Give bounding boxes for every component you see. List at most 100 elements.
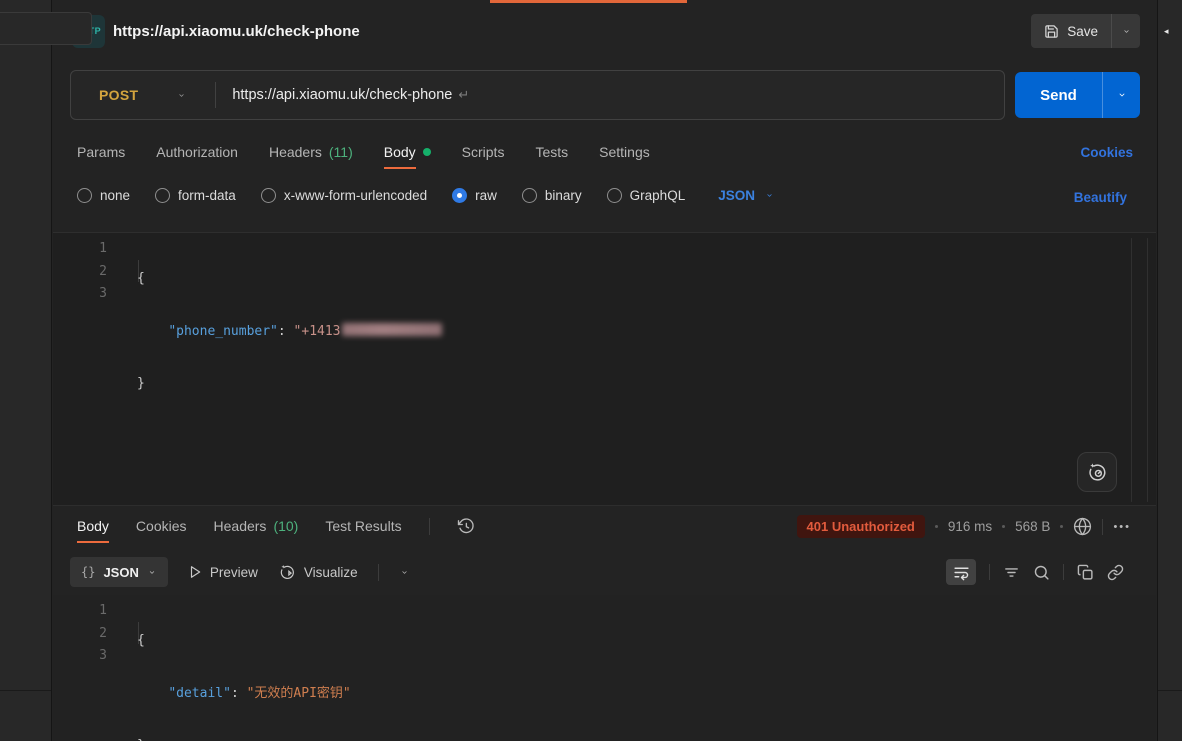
response-history-icon[interactable] xyxy=(457,517,475,535)
collapse-arrow-icon[interactable]: ◂ xyxy=(1164,26,1169,37)
left-sidebar xyxy=(0,0,52,741)
separator-dot xyxy=(1002,525,1005,528)
response-tab-test-results[interactable]: Test Results xyxy=(325,518,401,543)
response-header: Body Cookies Headers(10) Test Results 40… xyxy=(53,505,1156,555)
editor-scrollbar[interactable] xyxy=(1131,238,1132,502)
json-key: "detail" xyxy=(168,686,231,701)
send-button[interactable]: Send xyxy=(1015,72,1102,118)
filter-icon[interactable] xyxy=(1003,564,1020,581)
body-modes: none form-data x-www-form-urlencoded raw… xyxy=(77,188,775,203)
chevron-down-icon xyxy=(147,569,157,576)
visualize-button[interactable]: Visualize xyxy=(278,563,358,581)
response-toolbar-left: {} JSON Preview xyxy=(70,557,410,587)
line-numbers: 1 2 3 xyxy=(53,238,107,306)
more-options-icon[interactable]: ••• xyxy=(1113,521,1131,533)
chevron-down-icon xyxy=(1116,91,1128,99)
code-line: "phone_number": "+1413 xyxy=(137,321,442,344)
cookies-link[interactable]: Cookies xyxy=(1080,145,1133,160)
tab-tests[interactable]: Tests xyxy=(535,144,568,169)
beautify-link[interactable]: Beautify xyxy=(1074,190,1127,205)
response-size[interactable]: 568 B xyxy=(1015,519,1050,534)
mode-raw[interactable]: raw xyxy=(452,188,497,203)
save-icon xyxy=(1044,24,1059,39)
preview-button[interactable]: Preview xyxy=(188,565,258,580)
divider xyxy=(215,82,216,108)
save-options-button[interactable] xyxy=(1111,14,1140,48)
tab-headers[interactable]: Headers(11) xyxy=(269,144,353,169)
sidebar-collapsed-box[interactable] xyxy=(0,12,92,45)
save-button-group: Save xyxy=(1031,14,1140,48)
divider xyxy=(1102,519,1103,535)
search-icon[interactable] xyxy=(1033,564,1050,581)
chevron-down-icon xyxy=(764,192,775,199)
status-badge[interactable]: 401 Unauthorized xyxy=(797,515,925,538)
code-line: { xyxy=(137,268,442,291)
code-line: } xyxy=(137,373,442,396)
tab-scripts[interactable]: Scripts xyxy=(462,144,505,169)
radio-icon xyxy=(607,188,622,203)
request-body-editor[interactable]: 1 2 3 { "phone_number": "+1413 } xyxy=(53,232,1156,505)
url-input[interactable]: https://api.xiaomu.uk/check-phone xyxy=(232,87,452,103)
network-globe-icon[interactable] xyxy=(1073,517,1092,536)
request-header: → HTTP ← https://api.xiaomu.uk/check-pho… xyxy=(53,0,1156,64)
response-time[interactable]: 916 ms xyxy=(948,519,992,534)
chevron-down-icon[interactable] xyxy=(176,92,187,99)
postbot-icon xyxy=(1086,461,1108,483)
request-title: https://api.xiaomu.uk/check-phone xyxy=(113,23,360,40)
response-toolbar: {} JSON Preview xyxy=(53,556,1156,592)
braces-icon: {} xyxy=(81,565,95,579)
mode-none[interactable]: none xyxy=(77,188,130,203)
content-type-selector[interactable]: JSON xyxy=(718,188,775,203)
wrap-text-icon[interactable] xyxy=(946,559,976,585)
right-sidebar: ◂ xyxy=(1157,0,1182,741)
mode-binary[interactable]: binary xyxy=(522,188,582,203)
response-tab-cookies[interactable]: Cookies xyxy=(136,518,187,543)
chevron-down-icon[interactable] xyxy=(399,569,410,576)
radio-icon xyxy=(77,188,92,203)
code-line: { xyxy=(137,630,351,653)
response-format-selector[interactable]: {} JSON xyxy=(70,557,168,587)
body-modes-row: none form-data x-www-form-urlencoded raw… xyxy=(53,184,1156,216)
response-meta: 401 Unauthorized 916 ms 568 B ••• xyxy=(797,515,1131,538)
response-tab-body[interactable]: Body xyxy=(77,518,109,543)
response-body-viewer[interactable]: 1 2 3 { "detail": "无效的API密钥" } xyxy=(53,595,1156,741)
url-builder-row: POST https://api.xiaomu.uk/check-phone ↵… xyxy=(53,70,1156,122)
save-button-label: Save xyxy=(1067,24,1098,39)
response-tab-headers[interactable]: Headers(10) xyxy=(214,518,299,543)
app-window: → HTTP ← https://api.xiaomu.uk/check-pho… xyxy=(0,0,1182,741)
tab-settings[interactable]: Settings xyxy=(599,144,650,169)
copy-icon[interactable] xyxy=(1077,564,1094,581)
mode-x-www-form-urlencoded[interactable]: x-www-form-urlencoded xyxy=(261,188,427,203)
method-selector[interactable]: POST xyxy=(99,87,138,103)
radio-icon xyxy=(522,188,537,203)
headers-count: (11) xyxy=(329,144,353,169)
tab-body[interactable]: Body xyxy=(384,144,431,169)
radio-icon xyxy=(261,188,276,203)
active-tab-indicator xyxy=(490,0,687,3)
sparkle-circle-icon xyxy=(278,563,296,581)
enter-hint: ↵ xyxy=(458,87,469,103)
response-headers-count: (10) xyxy=(273,518,298,534)
editor-scrollbar-track xyxy=(1147,238,1148,502)
mode-form-data[interactable]: form-data xyxy=(155,188,236,203)
save-button[interactable]: Save xyxy=(1031,14,1111,48)
divider xyxy=(989,564,990,580)
url-box: POST https://api.xiaomu.uk/check-phone ↵ xyxy=(70,70,1005,120)
json-key: "phone_number" xyxy=(168,324,278,339)
divider xyxy=(378,564,379,581)
link-icon[interactable] xyxy=(1107,564,1124,581)
send-options-button[interactable] xyxy=(1102,72,1140,118)
response-toolbar-right xyxy=(946,559,1124,585)
code-line: } xyxy=(137,735,351,741)
divider xyxy=(429,518,430,535)
response-body-code: { "detail": "无效的API密钥" } xyxy=(137,600,351,741)
tab-authorization[interactable]: Authorization xyxy=(156,144,238,169)
request-tabs-row: Params Authorization Headers(11) Body Sc… xyxy=(53,136,1156,178)
tab-params[interactable]: Params xyxy=(77,144,125,169)
play-icon xyxy=(188,565,202,579)
request-body-code: { "phone_number": "+1413 } xyxy=(137,238,442,426)
modified-dot xyxy=(423,148,431,156)
postbot-button[interactable] xyxy=(1077,452,1117,492)
mode-graphql[interactable]: GraphQL xyxy=(607,188,686,203)
radio-icon xyxy=(155,188,170,203)
